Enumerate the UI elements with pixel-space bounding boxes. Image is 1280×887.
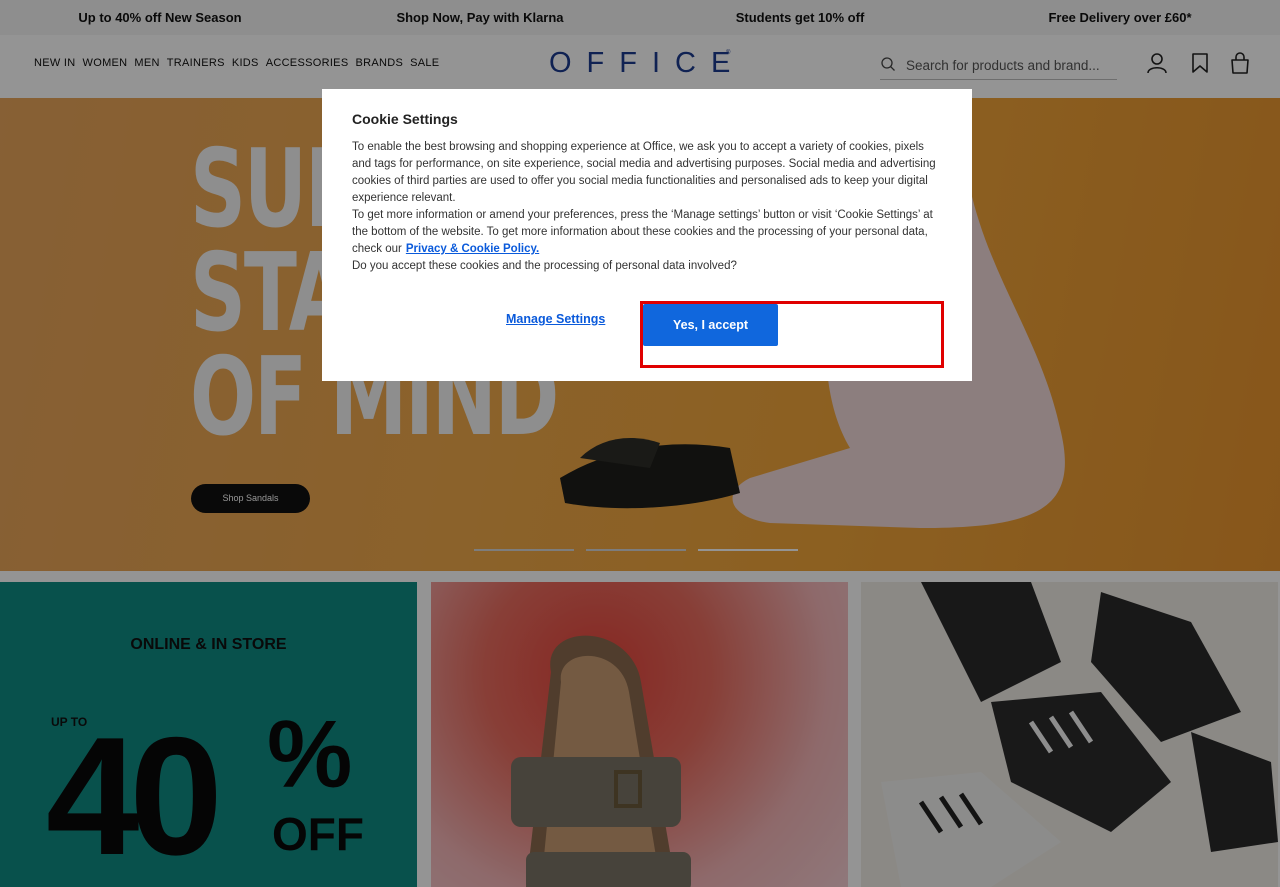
dialog-title: Cookie Settings (352, 111, 458, 127)
privacy-policy-link[interactable]: Privacy & Cookie Policy. (406, 243, 539, 255)
cookie-paragraph-2: To get more information or amend your pr… (352, 209, 933, 255)
dialog-body: To enable the best browsing and shopping… (352, 139, 946, 275)
cookie-paragraph-1: To enable the best browsing and shopping… (352, 141, 936, 204)
manage-settings-button[interactable]: Manage Settings (506, 312, 605, 326)
accept-highlight-box (640, 301, 944, 368)
cookie-paragraph-3: Do you accept these cookies and the proc… (352, 260, 737, 272)
